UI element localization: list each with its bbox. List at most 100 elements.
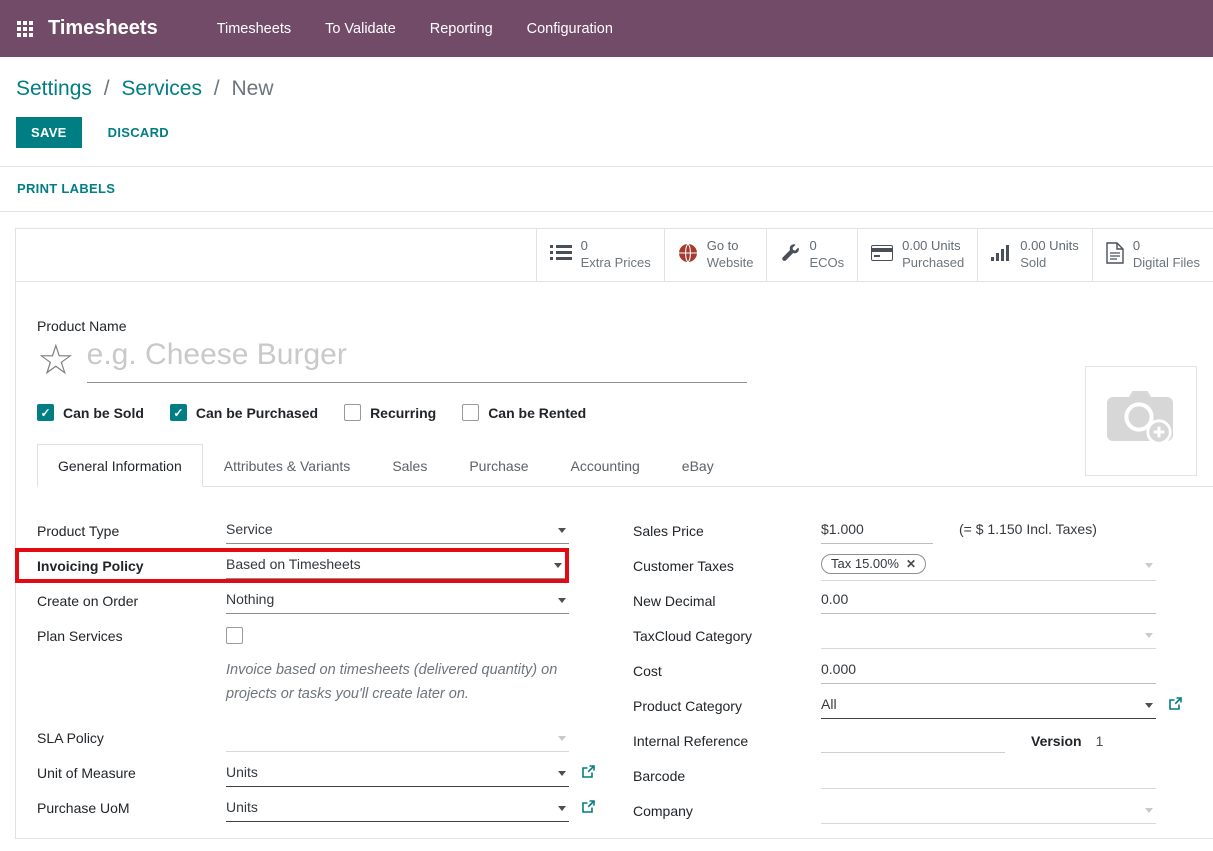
invoicing-policy-select[interactable]: Based on Timesheets xyxy=(226,552,565,579)
stat-value: 0 xyxy=(581,238,651,255)
external-link-icon[interactable] xyxy=(581,764,596,782)
external-link-icon[interactable] xyxy=(1168,696,1183,714)
internal-reference-input[interactable] xyxy=(821,729,1005,753)
globe-icon xyxy=(678,243,698,268)
version-label: Version xyxy=(1031,733,1082,749)
can-be-purchased-option[interactable]: Can be Purchased xyxy=(170,404,318,421)
field-barcode: Barcode . xyxy=(633,758,1156,793)
chevron-down-icon xyxy=(1145,633,1153,638)
can-be-rented-option[interactable]: Can be Rented xyxy=(462,404,586,421)
nav-configuration[interactable]: Configuration xyxy=(510,0,630,57)
can-be-sold-checkbox[interactable] xyxy=(37,404,54,421)
camera-plus-icon xyxy=(1107,389,1175,454)
sla-policy-select[interactable]: . xyxy=(226,725,569,752)
recurring-checkbox[interactable] xyxy=(344,404,361,421)
taxcloud-category-select[interactable]: . xyxy=(821,622,1156,649)
breadcrumb-services[interactable]: Services xyxy=(121,77,202,100)
purchased-button[interactable]: 0.00 UnitsPurchased xyxy=(857,229,977,281)
chevron-down-icon xyxy=(1145,703,1153,708)
can-be-purchased-checkbox[interactable] xyxy=(170,404,187,421)
save-button[interactable]: SAVE xyxy=(16,117,82,148)
print-labels-button[interactable]: PRINT LABELS xyxy=(17,181,115,196)
recurring-option[interactable]: Recurring xyxy=(344,404,436,421)
ecos-button[interactable]: 0ECOs xyxy=(766,229,857,281)
field-value: Based on Timesheets xyxy=(226,556,361,572)
field-taxcloud-category: TaxCloud Category . xyxy=(633,618,1156,653)
product-type-select[interactable]: Service xyxy=(226,517,569,544)
nav-reporting[interactable]: Reporting xyxy=(413,0,510,57)
field-label: SLA Policy xyxy=(37,730,226,746)
action-bar: SAVE DISCARD xyxy=(0,113,1213,166)
nav-timesheets[interactable]: Timesheets xyxy=(200,0,308,57)
stat-value: 0.00 Units xyxy=(902,238,964,255)
tax-tag-label: Tax 15.00% xyxy=(831,556,899,571)
product-image-upload[interactable] xyxy=(1085,366,1197,476)
tab-accounting[interactable]: Accounting xyxy=(550,444,661,487)
credit-card-icon xyxy=(871,245,893,266)
chevron-down-icon xyxy=(558,528,566,533)
can-be-sold-option[interactable]: Can be Sold xyxy=(37,404,144,421)
field-product-category: Product Category All xyxy=(633,688,1156,723)
tab-attributes-variants[interactable]: Attributes & Variants xyxy=(203,444,372,487)
customer-taxes-field[interactable]: Tax 15.00% ✕ xyxy=(821,550,1156,581)
tab-purchase[interactable]: Purchase xyxy=(448,444,549,487)
can-be-rented-checkbox[interactable] xyxy=(462,404,479,421)
cost-input[interactable]: 0.000 xyxy=(821,657,1156,684)
go-to-website-button[interactable]: Go toWebsite xyxy=(664,229,767,281)
sales-price-input[interactable]: $1.000 xyxy=(821,517,933,544)
discard-button[interactable]: DISCARD xyxy=(108,125,169,140)
invoicing-helper-text: Invoice based on timesheets (delivered q… xyxy=(226,659,571,707)
nav-to-validate[interactable]: To Validate xyxy=(308,0,413,57)
stat-value: 0 xyxy=(1133,238,1200,255)
field-label: Purchase UoM xyxy=(37,800,226,816)
product-form-sheet: 0Extra Prices Go toWebsite 0ECOs xyxy=(15,228,1213,839)
breadcrumb-separator: / xyxy=(98,77,116,100)
company-select[interactable]: . xyxy=(821,797,1156,824)
app-title[interactable]: Timesheets xyxy=(48,17,158,40)
field-label: Cost xyxy=(633,663,821,679)
chevron-down-icon xyxy=(558,736,566,741)
plan-services-checkbox[interactable] xyxy=(226,627,243,644)
field-company: Company . xyxy=(633,793,1156,828)
chevron-down-icon xyxy=(558,806,566,811)
new-decimal-input[interactable]: 0.00 xyxy=(821,587,1156,614)
top-bar: Timesheets Timesheets To Validate Report… xyxy=(0,0,1213,57)
field-value: 0.00 xyxy=(821,591,848,607)
field-label: Product Type xyxy=(37,523,226,539)
apps-menu-icon[interactable] xyxy=(17,21,33,37)
tab-sales[interactable]: Sales xyxy=(371,444,448,487)
barcode-input[interactable]: . xyxy=(821,762,1156,789)
sold-button[interactable]: 0.00 UnitsSold xyxy=(977,229,1092,281)
breadcrumb-settings[interactable]: Settings xyxy=(16,77,92,100)
stat-value: Go to xyxy=(707,238,754,255)
tab-ebay[interactable]: eBay xyxy=(661,444,735,487)
secondary-toolbar: PRINT LABELS xyxy=(0,166,1213,212)
product-category-select[interactable]: All xyxy=(821,692,1156,719)
chevron-down-icon xyxy=(1145,808,1153,813)
purchase-uom-select[interactable]: Units xyxy=(226,795,569,822)
tab-general-information[interactable]: General Information xyxy=(37,444,203,487)
product-name-input[interactable] xyxy=(87,336,747,383)
create-on-order-select[interactable]: Nothing xyxy=(226,587,569,614)
field-value: Nothing xyxy=(226,591,274,607)
digital-files-button[interactable]: 0Digital Files xyxy=(1092,229,1213,281)
field-value: Units xyxy=(226,799,258,815)
stat-label: ECOs xyxy=(809,255,844,272)
external-link-icon[interactable] xyxy=(581,799,596,817)
field-new-decimal: New Decimal 0.00 xyxy=(633,583,1156,618)
stat-value: 0.00 Units xyxy=(1020,238,1079,255)
unit-of-measure-select[interactable]: Units xyxy=(226,760,569,787)
chevron-down-icon xyxy=(554,563,562,568)
field-label: Plan Services xyxy=(37,628,226,644)
field-internal-reference: Internal Reference Version 1 xyxy=(633,723,1156,758)
favorite-star-icon[interactable]: ☆ xyxy=(37,339,75,383)
product-name-row: ☆ xyxy=(37,336,1213,383)
price-incl-taxes-text: (= $ 1.150 Incl. Taxes) xyxy=(959,521,1097,537)
remove-tag-icon[interactable]: ✕ xyxy=(906,557,916,571)
stat-label: Extra Prices xyxy=(581,255,651,272)
right-field-column: Sales Price $1.000 (= $ 1.150 Incl. Taxe… xyxy=(633,513,1156,828)
breadcrumb: Settings / Services / New xyxy=(0,57,1213,113)
field-label: Company xyxy=(633,803,821,819)
field-label: TaxCloud Category xyxy=(633,628,821,644)
extra-prices-button[interactable]: 0Extra Prices xyxy=(536,229,664,281)
